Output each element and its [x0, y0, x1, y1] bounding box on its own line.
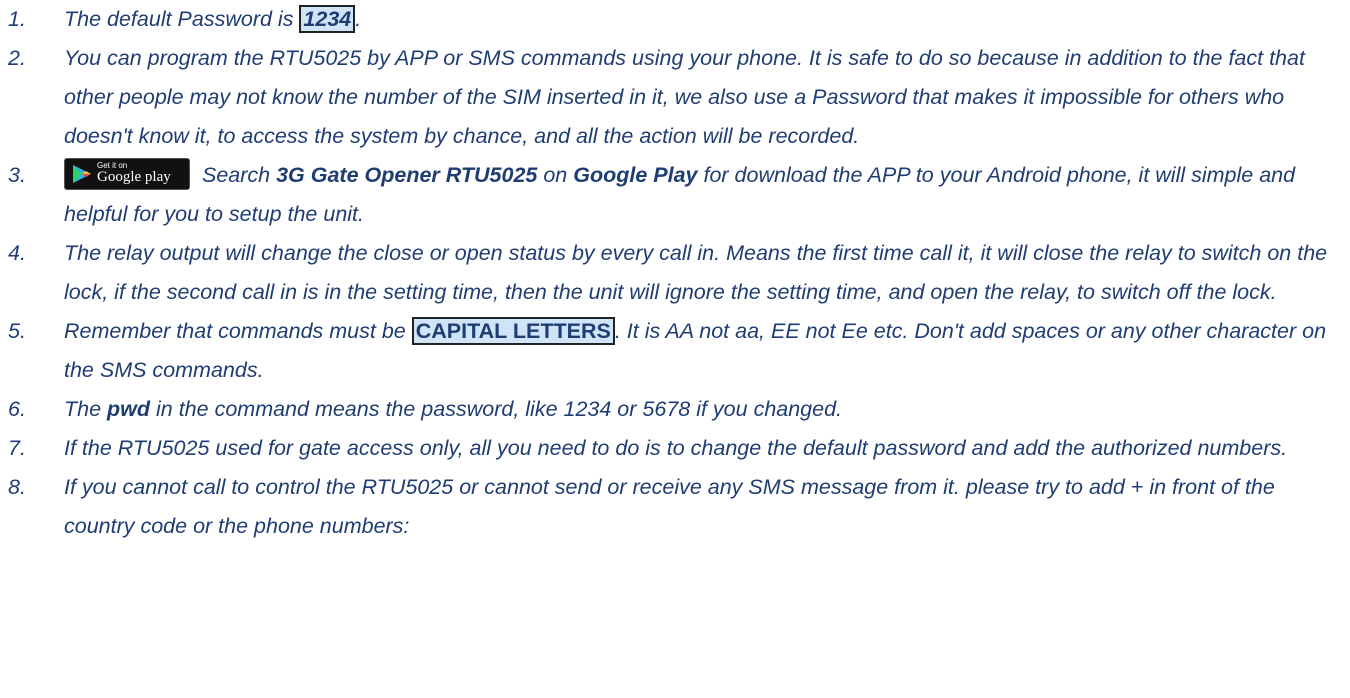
app-name: 3G Gate Opener RTU5025 — [276, 163, 538, 187]
item-text: Search — [196, 163, 277, 187]
default-password-highlight: 1234 — [299, 5, 356, 33]
list-item: 2. You can program the RTU5025 by APP or… — [8, 39, 1338, 156]
play-triangle-icon — [73, 165, 91, 184]
item-text: If the RTU5025 used for gate access only… — [64, 436, 1288, 460]
list-item: 7. If the RTU5025 used for gate access o… — [8, 429, 1338, 468]
item-text: on — [537, 163, 574, 187]
instruction-list: 1. The default Password is 1234. 2. You … — [8, 0, 1338, 546]
pwd-keyword: pwd — [107, 397, 151, 421]
item-number: 5. — [8, 319, 26, 343]
store-name: Google Play — [573, 163, 698, 187]
item-number: 7. — [8, 436, 26, 460]
list-item: 8. If you cannot call to control the RTU… — [8, 468, 1338, 546]
list-item: 3. Get it on Google play Search 3G Gate … — [8, 156, 1338, 234]
google-play-badge[interactable]: Get it on Google play — [64, 158, 190, 191]
list-item: 6. The pwd in the command means the pass… — [8, 390, 1338, 429]
item-text: The relay output will change the close o… — [64, 241, 1328, 304]
item-text: You can program the RTU5025 by APP or SM… — [64, 46, 1305, 148]
item-text: Remember that commands must be — [64, 319, 412, 343]
item-number: 1. — [8, 7, 26, 31]
item-number: 2. — [8, 46, 26, 70]
list-item: 5. Remember that commands must be CAPITA… — [8, 312, 1338, 390]
list-item: 4. The relay output will change the clos… — [8, 234, 1338, 312]
item-text: If you cannot call to control the RTU502… — [64, 475, 1275, 538]
list-item: 1. The default Password is 1234. — [8, 0, 1338, 39]
item-number: 3. — [8, 163, 26, 187]
item-number: 6. — [8, 397, 26, 421]
item-text: in the command means the password, like … — [150, 397, 843, 421]
item-text: The default Password is — [64, 7, 300, 31]
item-text: The — [64, 397, 108, 421]
item-number: 8. — [8, 475, 26, 499]
item-number: 4. — [8, 241, 26, 265]
item-text: . — [355, 7, 362, 31]
capital-letters-highlight: CAPITAL LETTERS — [411, 317, 615, 345]
badge-store-name: Google play — [97, 169, 171, 186]
